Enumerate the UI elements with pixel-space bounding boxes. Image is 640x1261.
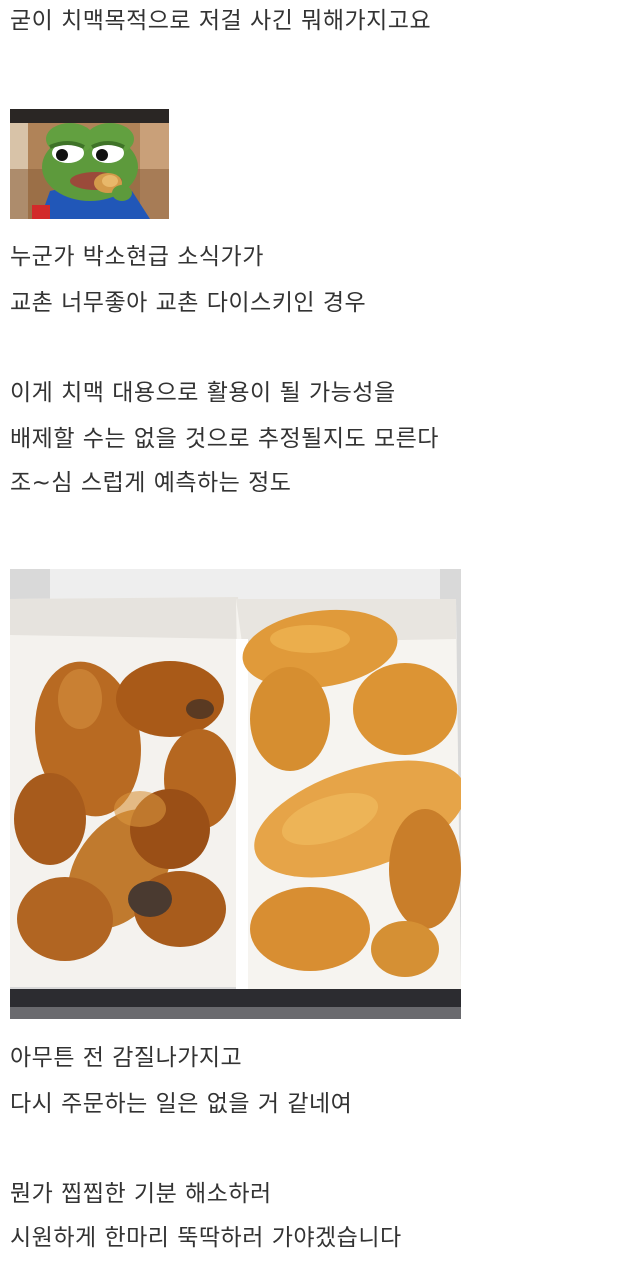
post-text-line: 아무튼 전 감질나가지고 xyxy=(10,1045,243,1071)
post-text-line: 조~심 스럽게 예측하는 정도 xyxy=(10,470,292,496)
post-text-line: 다시 주문하는 일은 없을 거 같네여 xyxy=(10,1091,353,1117)
post-text-line: 누군가 박소현급 소식가가 xyxy=(10,244,264,270)
post-text-line: 교촌 너무좋아 교촌 다이스키인 경우 xyxy=(10,290,367,316)
post-text-line: 굳이 치맥목적으로 저걸 사긴 뭐해가지고요 xyxy=(10,8,432,34)
post-text-line: 시원하게 한마리 뚝딱하러 가야겠습니다 xyxy=(10,1225,402,1251)
post-text-line: 이게 치맥 대용으로 활용이 될 가능성을 xyxy=(10,380,396,406)
pepe-meme-image xyxy=(10,109,169,219)
post-text-line: 배제할 수는 없을 것으로 추정될지도 모른다 xyxy=(10,426,439,452)
fried-chicken-photo xyxy=(10,569,461,1019)
post-text-line: 뭔가 찝찝한 기분 해소하러 xyxy=(10,1181,272,1207)
